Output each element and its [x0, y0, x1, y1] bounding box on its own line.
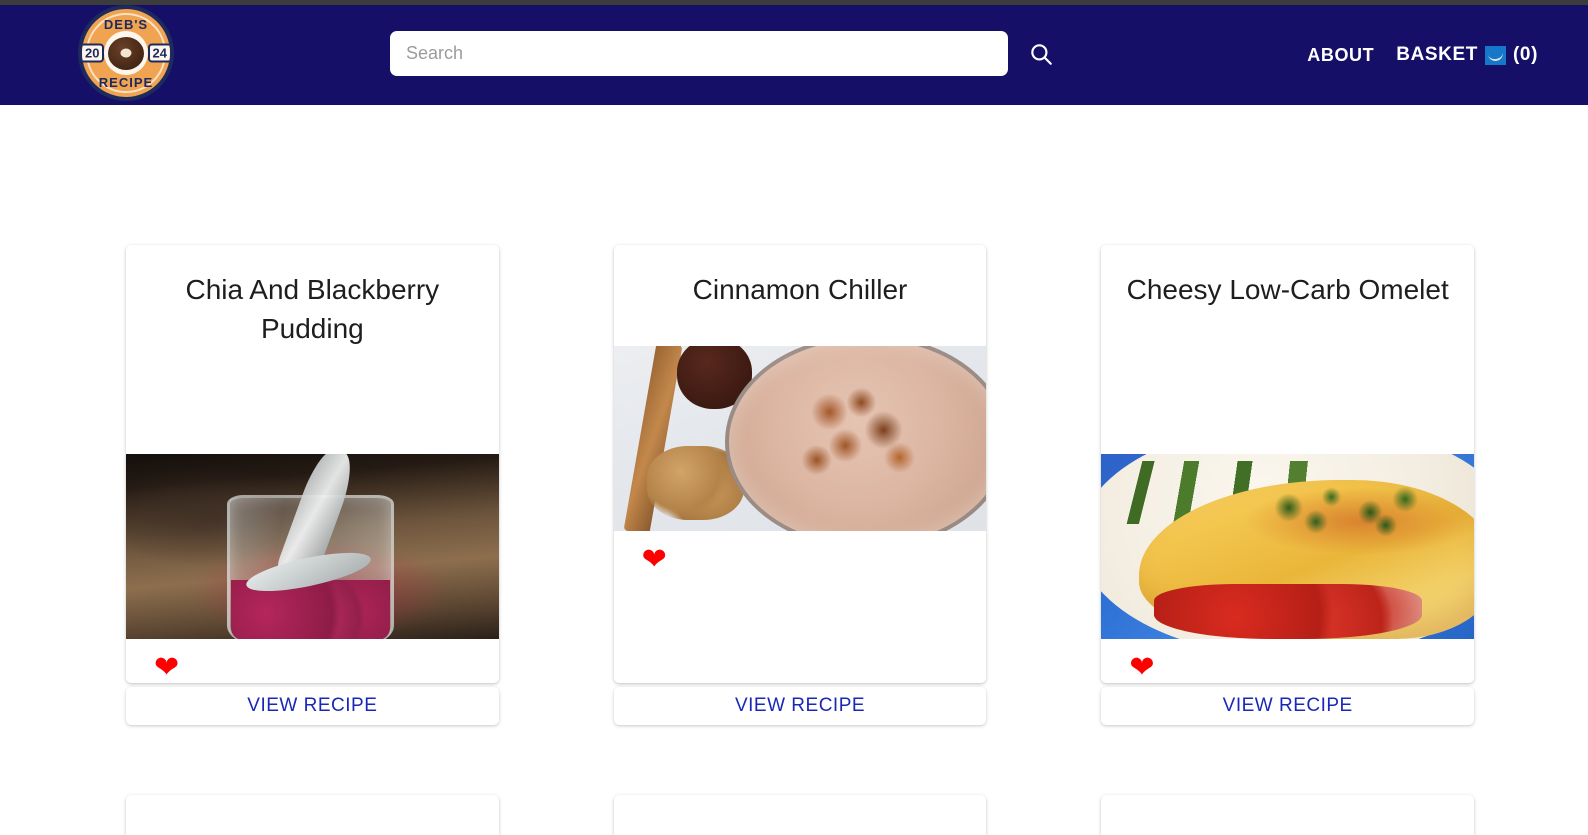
logo-year-right: 24	[147, 43, 170, 63]
recipe-card[interactable]: Cheesy Low-Carb Omelet ❤	[1101, 245, 1475, 683]
recipe-title: Cinnamon Chiller	[692, 274, 908, 305]
basket-count: (0)	[1512, 44, 1538, 65]
site-logo[interactable]: DEB'S 20 24 RECIPE	[76, 3, 176, 103]
view-recipe-link[interactable]: VIEW RECIPE	[735, 695, 865, 717]
recipe-image-cinnamon-chiller	[613, 345, 987, 531]
recipe-card-footer: VIEW RECIPE	[126, 687, 499, 725]
recipe-image-chia-pudding	[126, 454, 499, 639]
recipe-card-stack: Cinnamon Chiller ❤ VIEW RECIPE	[613, 245, 987, 725]
basket-icon	[1484, 45, 1506, 65]
recipe-card-stack: Cheesy Low-Carb Omelet ❤ VIEW RECIPE	[1101, 245, 1475, 725]
logo-bottom-text: RECIPE	[98, 75, 154, 90]
photo-detail-filling	[1153, 583, 1422, 639]
logo-badge: DEB'S 20 24 RECIPE	[78, 5, 174, 101]
recipe-card-footer: VIEW RECIPE	[613, 687, 987, 725]
view-recipe-link[interactable]: VIEW RECIPE	[1223, 695, 1353, 717]
recipe-card-body: ❤	[1101, 639, 1474, 683]
basket-label: BASKET	[1396, 44, 1478, 65]
logo-year-left: 20	[82, 43, 105, 63]
recipe-title: Cheesy Low-Carb Omelet	[1126, 274, 1449, 305]
search-button[interactable]	[1026, 39, 1056, 69]
search-input[interactable]	[390, 31, 1008, 76]
recipe-card[interactable]: Chia And Blackberry Pudding ❤	[126, 245, 499, 683]
main-content: Chia And Blackberry Pudding ❤ VIEW RECIP…	[0, 105, 1588, 835]
photo-detail-glass	[725, 345, 987, 531]
recipe-card-stack: Chia And Blackberry Pudding ❤ VIEW RECIP…	[126, 245, 499, 725]
recipe-card-body: ❤	[126, 639, 499, 683]
recipe-image	[126, 454, 499, 639]
site-header: DEB'S 20 24 RECIPE ABOUT BASKET (0)	[0, 5, 1588, 105]
recipe-card-peek[interactable]	[613, 795, 987, 835]
recipe-title: Chia And Blackberry Pudding	[185, 274, 440, 344]
search-bar	[390, 31, 1056, 76]
nav-link-basket[interactable]: BASKET (0)	[1396, 44, 1538, 66]
donut-icon-inner	[108, 36, 144, 70]
logo-top-text: DEB'S	[103, 17, 149, 32]
recipe-image-cheesy-omelet	[1101, 454, 1475, 639]
recipe-card-grid-next-row	[126, 795, 1475, 835]
nav-link-about[interactable]: ABOUT	[1307, 45, 1374, 66]
heart-icon[interactable]: ❤	[642, 544, 667, 575]
recipe-card-peek[interactable]	[1101, 795, 1475, 835]
heart-icon[interactable]: ❤	[1129, 653, 1154, 683]
header-nav: ABOUT BASKET (0)	[1307, 5, 1538, 105]
recipe-card-grid: Chia And Blackberry Pudding ❤ VIEW RECIP…	[126, 245, 1475, 725]
donut-icon	[104, 31, 148, 75]
photo-detail-cinnamon-sprinkle	[784, 375, 945, 496]
recipe-image	[613, 345, 987, 531]
recipe-card[interactable]: Cinnamon Chiller ❤	[613, 245, 987, 683]
recipe-card-peek[interactable]	[126, 795, 499, 835]
recipe-image	[1101, 454, 1475, 639]
recipe-card-footer: VIEW RECIPE	[1101, 687, 1475, 725]
photo-detail-herbs	[1250, 483, 1445, 543]
recipe-card-body: ❤	[614, 531, 987, 575]
view-recipe-link[interactable]: VIEW RECIPE	[247, 695, 377, 717]
heart-icon[interactable]: ❤	[154, 653, 179, 683]
search-icon	[1031, 43, 1052, 65]
